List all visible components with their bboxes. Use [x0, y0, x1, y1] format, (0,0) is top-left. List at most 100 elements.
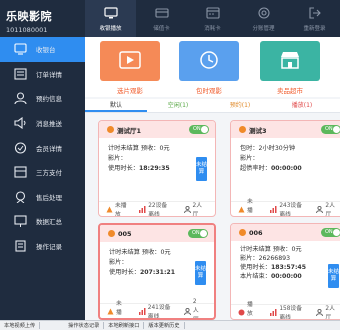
sidebar-item-members[interactable]: 会员详情	[0, 135, 85, 160]
tab-playing[interactable]: 播放(1)	[271, 99, 333, 112]
room-movie-key: 影片：	[240, 155, 259, 162]
room-footer: 未播放 243设备离线 2人厅	[231, 199, 340, 217]
tab-reserved[interactable]: 预约(1)	[209, 99, 271, 112]
device-status-text: 241设备离线	[147, 305, 171, 320]
nav-consume-card[interactable]: 消耗卡	[187, 0, 238, 37]
play-status-text: 未播放	[247, 198, 253, 214]
room-duration-value: 183:57:45	[270, 264, 307, 271]
room-title: 006	[249, 228, 263, 237]
unsettled-badge[interactable]: 未结算	[196, 157, 207, 181]
sidebar-item-data-summary[interactable]: 数据汇总	[0, 209, 85, 234]
room-package-key: 包时：2小时30分钟	[240, 145, 296, 152]
select-movie-button[interactable]	[100, 41, 160, 81]
room-capacity: 2人厅	[316, 200, 340, 216]
room-power-toggle[interactable]: ON	[321, 125, 340, 134]
room-capacity: 2人厅	[183, 200, 209, 216]
nav-relogin[interactable]: 重新登录	[289, 0, 340, 37]
room-title: 005	[118, 229, 132, 238]
nav-cashier-play[interactable]: 收银播放	[85, 0, 136, 37]
sidebar-item-label: 数据汇总	[36, 218, 62, 227]
toggle-knob	[201, 126, 208, 133]
room-duration-key: 使用时长：	[108, 165, 139, 172]
chart-icon	[12, 215, 28, 228]
room-billing-line: 计时未结算 预收：0元	[240, 245, 340, 254]
sidebar-item-messages[interactable]: 消息推送	[0, 111, 85, 136]
sidebar-item-operation-log[interactable]: 操作记录	[0, 234, 85, 259]
sidebar-item-reservation[interactable]: 预约信息	[0, 86, 85, 111]
room-status-dot	[239, 126, 246, 133]
tab-default[interactable]: 默认	[85, 99, 147, 112]
clock-icon	[199, 50, 219, 72]
device-status: 158设备离线	[270, 303, 310, 319]
monitor-icon	[103, 6, 118, 20]
timed-viewing-button[interactable]	[179, 41, 239, 81]
room-billing-line: 计时未结算 预收：0元	[108, 144, 215, 154]
signal-icon	[139, 205, 146, 213]
room-footer: 播放中 158设备离线 2人厅	[231, 302, 340, 319]
nav-label: 储值卡	[153, 25, 170, 32]
status-upload-local-video[interactable]: 本地视频上传	[0, 322, 41, 329]
room-billing-key: 计时未结算 预收：0元	[240, 246, 302, 253]
sidebar-item-orders[interactable]: 订单详情	[0, 62, 85, 87]
room-power-toggle[interactable]: ON	[189, 125, 209, 134]
nav-split-account[interactable]: 分账管理	[238, 0, 289, 37]
record-icon	[12, 240, 28, 252]
nav-label: 重新登录	[303, 25, 326, 32]
tab-idle[interactable]: 空闲(1)	[147, 99, 209, 112]
device-status-text: 243设备离线	[279, 203, 303, 217]
room-capacity: 2人厅	[183, 299, 208, 318]
sidebar-item-label: 三方支付	[36, 169, 62, 178]
sidebar-item-cashier[interactable]: 收银台	[0, 37, 85, 62]
device-status-text: 22设备离线	[148, 203, 168, 217]
sidebar-item-after-sales[interactable]: 售后处理	[0, 185, 85, 210]
room-header: 测试厅1 ON	[99, 121, 215, 138]
main-content: 选片观影 包时观影 卖品超市 默认 空闲(1) 预约(1) 播放(1) 测试厅1…	[85, 37, 340, 320]
room-header: 测试3 ON	[231, 121, 340, 138]
member-icon	[12, 142, 28, 154]
calendar-card-icon	[205, 6, 220, 20]
room-movie-key: 影片：	[109, 259, 128, 266]
status-refresh-interface[interactable]: 本地刷新接口	[104, 322, 145, 329]
sidebar-item-third-party-pay[interactable]: 三方支付	[0, 160, 85, 185]
logout-icon	[308, 6, 322, 20]
room-header: 005 ON	[100, 225, 214, 242]
unsettled-badge[interactable]: 未结算	[195, 261, 206, 285]
shop-icon	[279, 50, 301, 72]
nav-stored-card[interactable]: 储值卡	[136, 0, 187, 37]
status-operation-log[interactable]: 操作状态记录	[64, 322, 105, 329]
room-status-dot	[107, 126, 114, 133]
room-power-toggle[interactable]: ON	[321, 228, 340, 237]
room-overtime-value: 00:00:00	[270, 165, 302, 172]
room-billing-line: 计时未结算 预收：0元	[109, 248, 214, 258]
room-movie-end-line: 本片结束：00:00:00	[240, 272, 340, 281]
warning-icon	[106, 206, 113, 213]
unsettled-badge[interactable]: 未结算	[328, 264, 339, 288]
people-icon	[316, 205, 324, 213]
sidebar-item-label: 收银台	[36, 46, 56, 55]
snack-shop-button[interactable]	[260, 41, 320, 81]
toggle-label: ON	[325, 229, 333, 235]
status-version-history[interactable]: 版本更新历史	[144, 322, 185, 329]
toggle-knob	[200, 230, 207, 237]
play-status-text: 播放中	[247, 301, 253, 317]
nav-label: 消耗卡	[204, 25, 221, 32]
toggle-knob	[333, 126, 340, 133]
toggle-knob	[333, 229, 340, 236]
room-duration-key: 使用时长：	[240, 264, 271, 271]
play-status: 未播放	[107, 298, 133, 319]
room-details: 计时未结算 预收：0元 影片：26266893 使用时长：183:57:45 本…	[231, 241, 340, 281]
room-card[interactable]: 005 ON 计时未结算 预收：0元 影片： 使用时长：207:31:21 未结…	[98, 223, 216, 320]
room-card[interactable]: 006 ON 计时未结算 预收：0元 影片：26266893 使用时长：183:…	[230, 223, 340, 320]
snack-shop-label: 卖品超市	[277, 87, 303, 95]
room-card[interactable]: 测试3 ON 包时：2小时30分钟 影片： 超债率时：00:00:00 未播放 …	[230, 120, 340, 217]
top-nav: 收银播放 储值卡 消耗卡 分账管理 重新登录	[85, 0, 340, 37]
play-icon	[238, 309, 245, 316]
play-status-text: 未播放	[116, 300, 122, 316]
room-duration-value: 207:31:21	[139, 269, 176, 276]
room-card[interactable]: 测试厅1 ON 计时未结算 预收：0元 影片： 使用时长：18:29:35 未结…	[98, 120, 216, 217]
room-power-toggle[interactable]: ON	[188, 229, 208, 238]
film-icon	[119, 51, 141, 71]
signal-icon	[270, 308, 277, 316]
room-movie-value: 26266893	[258, 255, 291, 262]
sidebar-item-label: 会员详情	[36, 144, 62, 153]
